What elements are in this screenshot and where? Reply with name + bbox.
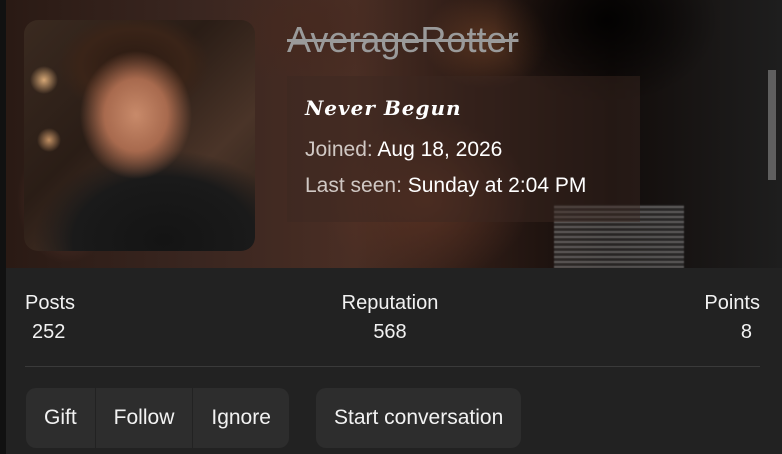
stat-points[interactable]: Points 8 [704,292,760,344]
member-profile-card: AverageRotter Never Begun Joined: Aug 18… [0,0,782,454]
ignore-button[interactable]: Ignore [192,388,289,448]
posts-label: Posts [25,292,76,314]
profile-action-group: Gift Follow Ignore [26,388,289,448]
reputation-label: Reputation [341,292,439,314]
last-seen-row: Last seen: Sunday at 2:04 PM [305,174,586,198]
joined-row: Joined: Aug 18, 2026 [305,138,502,162]
banner-highlight [768,70,776,180]
points-label: Points [704,292,760,314]
gift-button[interactable]: Gift [26,388,95,448]
avatar[interactable] [24,20,255,251]
last-seen-value: Sunday at 2:04 PM [407,174,587,197]
username[interactable]: AverageRotter [287,18,518,62]
joined-label: Joined: [305,138,373,161]
last-seen-label: Last seen: [305,174,402,197]
posts-value: 252 [32,321,66,343]
points-value: 8 [740,321,752,343]
start-conversation-button[interactable]: Start conversation [316,388,522,448]
divider [25,366,760,367]
reputation-value: 568 [373,321,407,343]
joined-value: Aug 18, 2026 [377,138,503,161]
follow-button[interactable]: Follow [94,388,193,448]
stat-reputation[interactable]: Reputation 568 [336,292,444,344]
user-title: Never Begun [305,96,462,120]
stat-posts[interactable]: Posts 252 [25,292,75,344]
